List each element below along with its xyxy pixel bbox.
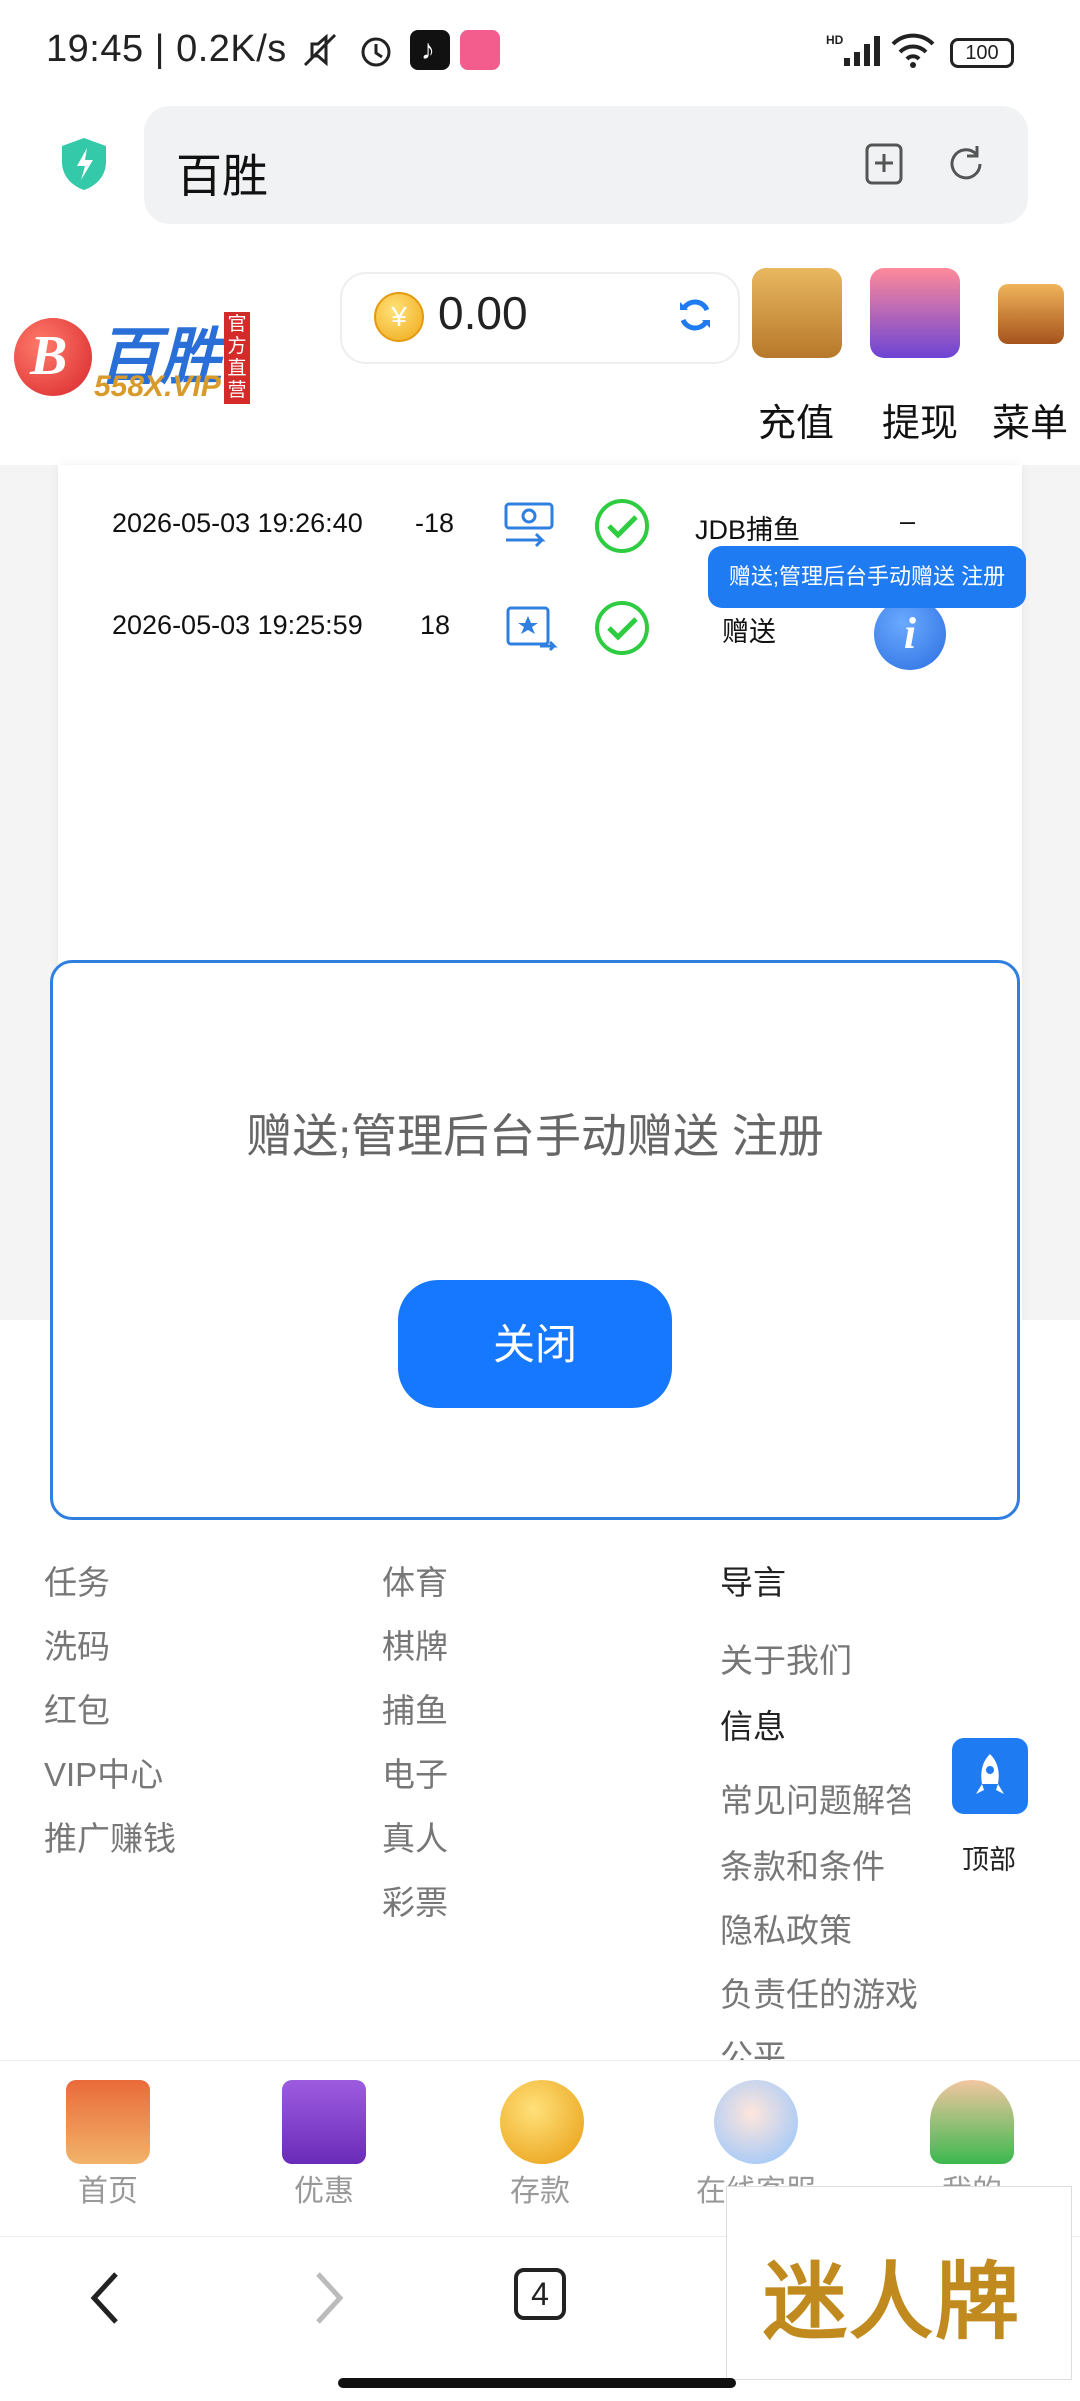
footer-link[interactable]: 电子 — [382, 1748, 448, 1796]
footer-link[interactable]: 隐私政策 — [720, 1904, 852, 1952]
message-dialog — [50, 960, 1020, 1520]
footer-link[interactable]: 条款和条件 — [720, 1840, 885, 1888]
footer-link[interactable]: 负责任的游戏 — [720, 1968, 918, 2016]
balance-value: 0.00 — [438, 287, 528, 339]
user-icon[interactable] — [930, 2080, 1014, 2164]
reload-icon[interactable] — [944, 142, 988, 186]
logo-emblem[interactable]: B — [14, 318, 92, 396]
status-time: 19:45 | 0.2K/s — [46, 28, 287, 70]
footer-link[interactable]: 任务 — [44, 1556, 110, 1604]
footer-link[interactable]: VIP中心 — [44, 1748, 163, 1796]
footer-link[interactable]: 棋牌 — [382, 1620, 448, 1668]
footer-link[interactable]: 推广赚钱 — [44, 1812, 176, 1860]
shield-icon[interactable] — [54, 134, 114, 194]
mute-icon — [303, 33, 337, 67]
record-amount: -18 — [415, 508, 455, 538]
home-indicator[interactable] — [338, 2378, 736, 2388]
watermark-logo: 迷人牌 — [726, 2186, 1072, 2380]
nav-deposit[interactable]: 存款 — [460, 2166, 620, 2210]
atm-icon[interactable] — [870, 268, 960, 358]
url-title: 百胜 — [176, 150, 268, 202]
footer-link-clip: 常见问题解答 — [720, 1774, 910, 1818]
check-circle-icon — [595, 499, 649, 553]
footer-link[interactable]: 红包 — [44, 1684, 110, 1732]
house-icon[interactable] — [66, 2080, 150, 2164]
back-to-top-label[interactable]: 顶部 — [962, 1838, 1016, 1877]
gift-transfer-icon — [506, 606, 558, 652]
footer-link[interactable]: 常见问题解答 — [720, 1782, 910, 1818]
footer-link[interactable]: 体育 — [382, 1556, 448, 1604]
treasure-chest-icon[interactable] — [998, 284, 1064, 344]
dialog-message: 赠送;管理后台手动赠送 注册 — [246, 1110, 824, 1162]
info-icon[interactable]: i — [874, 598, 946, 670]
tooltip: 赠送;管理后台手动赠送 注册 — [708, 546, 1026, 608]
close-button[interactable]: 关闭 — [398, 1280, 672, 1408]
gift-icon[interactable] — [282, 2080, 366, 2164]
nav-promo[interactable]: 优惠 — [244, 2166, 404, 2210]
footer-link[interactable]: 关于我们 — [720, 1634, 852, 1682]
record-amount: 18 — [420, 610, 451, 640]
rocket-icon — [976, 1754, 1004, 1794]
battery-icon: 100 — [950, 38, 1014, 68]
logo-domain: 558X.VIP — [94, 370, 221, 403]
record-game: JDB捕鱼 — [695, 515, 801, 545]
customer-service-icon[interactable] — [714, 2080, 798, 2164]
footer-link[interactable]: 彩票 — [382, 1876, 448, 1924]
footer-heading: 信息 — [720, 1708, 786, 1745]
bookmark-add-icon[interactable] — [862, 142, 906, 186]
withdraw-button[interactable]: 提现 — [882, 392, 958, 447]
footer-heading: 导言 — [720, 1564, 786, 1601]
footer-link[interactable]: 真人 — [382, 1812, 448, 1860]
nav-home[interactable]: 首页 — [28, 2166, 188, 2210]
refresh-balance-icon[interactable] — [676, 296, 714, 334]
svg-text:HD: HD — [826, 33, 844, 47]
footer-link[interactable]: 洗码 — [44, 1620, 110, 1668]
wifi-icon — [891, 33, 935, 68]
footer-link[interactable]: 捕鱼 — [382, 1684, 448, 1732]
record-game: 赠送 — [722, 617, 776, 647]
bilibili-icon — [460, 30, 500, 70]
forward-icon[interactable] — [306, 2268, 350, 2328]
check-circle-icon — [595, 601, 649, 655]
tabs-button[interactable]: 4 — [514, 2268, 566, 2320]
official-badge: 官方直营 — [224, 312, 250, 404]
watermark-text: 迷人牌 — [763, 2252, 1022, 2351]
wallet-icon[interactable] — [752, 268, 842, 358]
signal-icon: HD — [826, 33, 880, 66]
footer-link[interactable]: 公平 — [720, 2038, 786, 2060]
menu-button[interactable]: 菜单 — [992, 392, 1068, 447]
money-transfer-icon — [504, 502, 554, 548]
alarm-icon — [361, 37, 391, 67]
coin-icon: ¥ — [374, 292, 424, 342]
record-datetime: 2026-05-03 19:25:59 — [112, 610, 363, 640]
tiktok-icon: ♪ — [410, 30, 450, 70]
footer-link-clip: 公平 — [720, 2030, 786, 2060]
record-datetime: 2026-05-03 19:26:40 — [112, 508, 363, 538]
back-icon[interactable] — [84, 2268, 128, 2328]
back-to-top-button[interactable] — [952, 1738, 1028, 1814]
coin-deposit-icon[interactable] — [500, 2080, 584, 2164]
record-extra: – — [900, 506, 916, 536]
recharge-button[interactable]: 充值 — [758, 392, 834, 447]
